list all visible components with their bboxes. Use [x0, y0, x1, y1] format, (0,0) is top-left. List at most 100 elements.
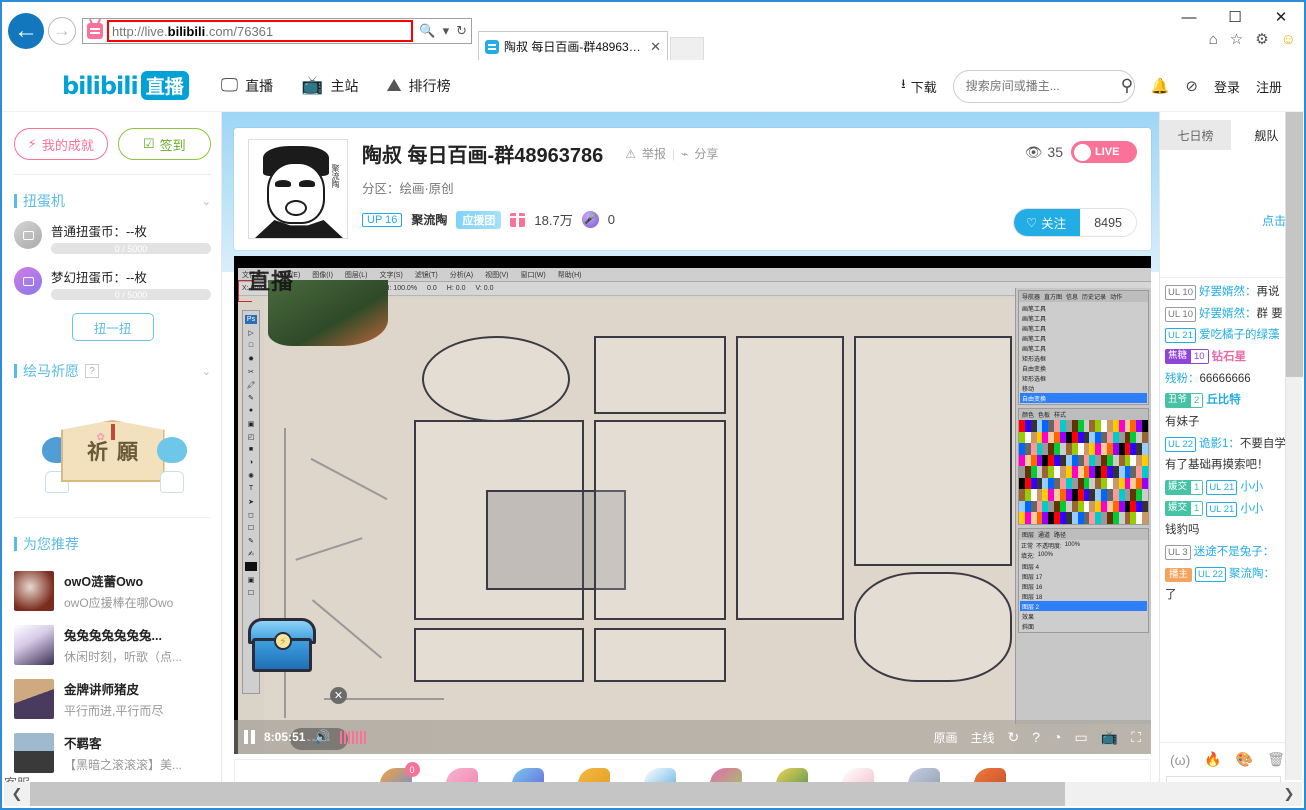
chat-username[interactable]: 聚流陶： — [1229, 568, 1275, 580]
window-close-button[interactable]: ✕ — [1258, 2, 1304, 32]
layers-panel-tabs: 图层 通道 路径 — [1019, 529, 1148, 540]
scroll-left-arrow[interactable]: ❮ — [4, 786, 30, 802]
chat-username[interactable]: 好罢婿然： — [1199, 286, 1257, 298]
treasure-chest-overlay[interactable]: ⚡ — [248, 610, 322, 672]
elapsed-time: 8:05:51 — [264, 730, 306, 744]
browser-tab[interactable]: 陶叔 每日百画-群4896378... ✕ — [478, 31, 668, 61]
history-label: 移动 — [1022, 386, 1035, 393]
share-link[interactable]: 分享 — [694, 145, 718, 162]
chat-username[interactable]: 好罢婿然： — [1199, 308, 1257, 320]
volume-icon[interactable]: 🔊 — [314, 729, 330, 745]
minimize-button[interactable]: — — [1166, 2, 1212, 32]
home-icon[interactable]: ⌂ — [1209, 31, 1218, 48]
streamer-name[interactable]: 聚流陶 — [411, 211, 447, 228]
forward-button[interactable]: → — [48, 17, 76, 45]
horizontal-scrollbar-thumb[interactable] — [30, 782, 1065, 806]
signin-label: 签到 — [159, 137, 186, 153]
fullscreen-icon[interactable]: ⛶ — [1131, 729, 1141, 746]
palette-icon[interactable]: 🎨 — [1236, 751, 1253, 768]
scroll-right-arrow[interactable]: ❯ — [1276, 786, 1302, 802]
chat-username[interactable]: 丘比特 — [1206, 394, 1241, 406]
avatar — [14, 625, 54, 665]
tv-icon[interactable]: 📺 — [1101, 729, 1118, 746]
list-item[interactable]: 金牌讲师猪皮 平行而进,平行而尽 — [14, 672, 211, 726]
chat-username[interactable]: 迷途不是兔子： — [1194, 546, 1275, 558]
line-main-button[interactable]: 主线 — [971, 729, 995, 746]
nav-item-main[interactable]: 📺 主站 — [301, 75, 358, 96]
ema-illustration[interactable]: ✿ 祈 願 — [14, 391, 211, 511]
history-panel: 导航器 直方图 信息 历史记录 动作 画笔工具 画笔工具 画笔工具 画笔工具 画… — [1018, 290, 1149, 405]
category-value[interactable]: 绘画·原创 — [400, 182, 454, 196]
gear-icon[interactable]: ⚙ — [1255, 30, 1268, 48]
page-title: 陶叔 每日百画-群48963786 — [362, 145, 604, 167]
close-icon[interactable]: ✕ — [330, 687, 347, 704]
chat-username[interactable]: 小小 — [1240, 481, 1263, 493]
follow-label: 关注 — [1041, 217, 1067, 231]
vertical-scrollbar[interactable] — [1285, 112, 1303, 780]
vertical-scrollbar-thumb[interactable] — [1286, 112, 1303, 377]
my-achievement-button[interactable]: ⚡ 我的成就 — [14, 128, 108, 160]
danmaku-block-icon[interactable]: ◔ — [1053, 729, 1061, 745]
chevron-down-icon[interactable]: ⌄ — [202, 195, 211, 208]
chat-username[interactable]: 诡影1： — [1199, 438, 1240, 450]
quality-original-button[interactable]: 原画 — [933, 729, 957, 746]
nav-item-live[interactable]: 🖵 直播 — [221, 75, 273, 96]
trash-icon[interactable]: 🗑 — [1267, 751, 1285, 768]
fire-icon[interactable]: 🔥 — [1204, 751, 1221, 768]
dream-coin-progress: 0 / 5000 — [51, 289, 211, 300]
list-item[interactable]: owO涟蕾Owo owO应援棒在哪Owo — [14, 564, 211, 618]
download-button[interactable]: ⭳ 下载 — [901, 75, 937, 97]
anchor-badge: 播主 — [1165, 567, 1193, 582]
nav-item-rank[interactable]: ⛰ 排行榜 — [387, 75, 451, 96]
horizontal-scrollbar[interactable]: ❮ ❯ — [4, 782, 1302, 806]
help-icon[interactable]: ? — [85, 364, 99, 378]
horizontal-scrollbar-track[interactable] — [30, 782, 1276, 806]
chat-username[interactable]: 小小 — [1240, 503, 1263, 515]
refresh-icon[interactable]: ↻ — [456, 23, 467, 39]
tab-favicon — [485, 39, 499, 54]
emoji-icon[interactable]: (ω) — [1170, 752, 1190, 768]
divider — [14, 517, 211, 518]
list-item[interactable]: 兔兔兔兔兔兔兔... 休闲时刻，听歌（点... — [14, 618, 211, 672]
nav-label-rank: 排行榜 — [408, 77, 451, 94]
favorites-star-icon[interactable]: ☆ — [1230, 30, 1243, 48]
color-swatches — [1019, 420, 1148, 524]
tab-seven-day-rank[interactable]: 七日榜 — [1160, 120, 1231, 150]
pause-button[interactable] — [244, 730, 255, 744]
follow-button[interactable]: ♡ 关注 — [1013, 209, 1081, 236]
weibo-icon[interactable]: ⊘ — [1185, 77, 1198, 95]
maximize-button[interactable]: ☐ — [1212, 2, 1258, 32]
danmaku-icon[interactable]: ▭ — [1075, 729, 1088, 746]
ema-section-header[interactable]: 绘马祈愿 ? ⌄ — [14, 355, 211, 391]
refresh-icon[interactable]: ↻ — [1008, 729, 1020, 746]
fan-club-badge[interactable]: 应援团 — [456, 210, 502, 229]
chat-username[interactable]: 爱吃橘子的绿藻 — [1199, 329, 1280, 341]
new-tab-button[interactable] — [670, 37, 704, 61]
gacha-spin-button[interactable]: 扭一扭 — [71, 313, 154, 341]
chevron-down-icon[interactable]: ⌄ — [202, 365, 211, 378]
help-icon[interactable]: ? — [1032, 729, 1040, 745]
chat-username[interactable]: 钻石星 — [1212, 351, 1247, 363]
search-input[interactable] — [965, 79, 1121, 93]
back-button[interactable]: ← — [8, 13, 44, 49]
list-item[interactable]: 不羁客 【黑暗之滚滚滚】美... — [14, 726, 211, 780]
url-input[interactable]: http://live. bilibili .com/76361 — [107, 20, 414, 42]
chevron-down-icon[interactable]: ▾ — [443, 23, 450, 39]
address-bar[interactable]: http://live. bilibili .com/76361 🔍 ▾ ↻ — [82, 18, 472, 44]
register-link[interactable]: 注册 — [1256, 77, 1282, 96]
search-icon[interactable]: ⚲ — [1121, 76, 1133, 96]
volume-slider[interactable] — [339, 730, 367, 744]
video-player[interactable]: 直播 文件(F) 编辑(E) 图像(I) 图层(L) 文字(S) 滤镜(T) 分… — [234, 256, 1151, 754]
sign-in-button[interactable]: ☑ 签到 — [117, 128, 211, 160]
bilibili-logo[interactable]: bilibili 直播 — [62, 71, 189, 100]
report-link[interactable]: 举报 — [642, 145, 666, 162]
avatar[interactable]: 聚流陶 — [248, 139, 348, 239]
smiley-icon[interactable]: ☺ — [1281, 31, 1296, 48]
login-link[interactable]: 登录 — [1214, 77, 1240, 96]
close-icon[interactable]: ✕ — [646, 39, 661, 55]
search-icon[interactable]: 🔍 — [419, 23, 435, 39]
bell-icon[interactable]: 🔔 — [1151, 77, 1170, 95]
gacha-section-header[interactable]: 扭蛋机 ⌄ — [14, 185, 211, 221]
search-box[interactable]: ⚲ — [952, 69, 1135, 103]
chat-username[interactable]: 残粉： — [1165, 373, 1200, 385]
